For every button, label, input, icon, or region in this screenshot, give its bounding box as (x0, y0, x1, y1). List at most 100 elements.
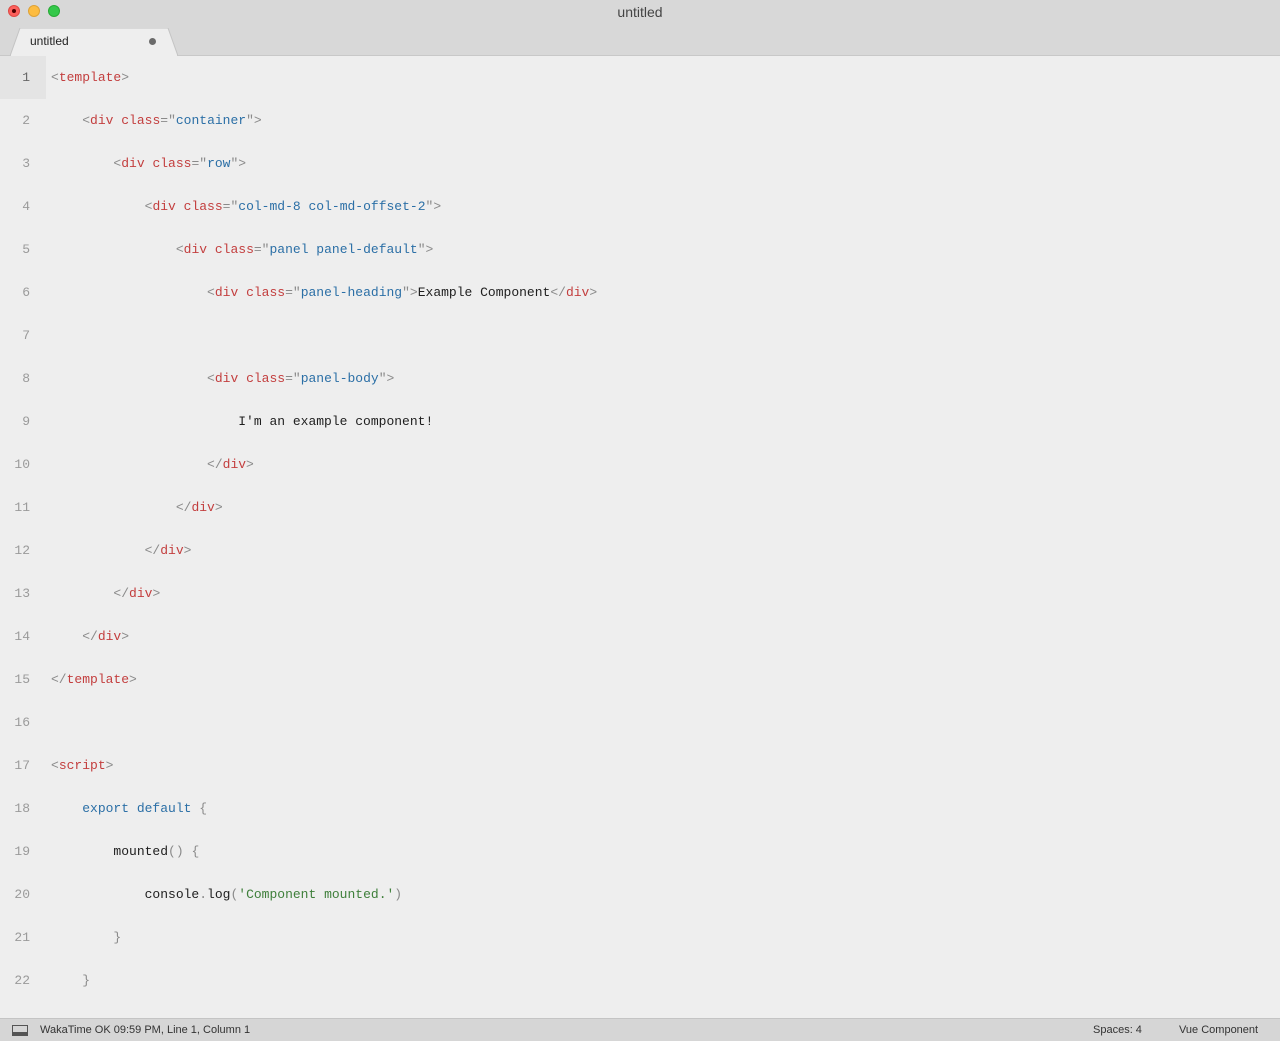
unsaved-dot-icon[interactable] (149, 38, 156, 45)
line-number: 11 (14, 500, 30, 515)
code-line[interactable]: 10 </div> (0, 443, 1280, 486)
code-token: div (222, 457, 247, 472)
code-line[interactable]: 5 <div class="panel panel-default"> (0, 228, 1280, 271)
code-token: < (207, 371, 215, 386)
code-line[interactable]: 1 <template> (0, 56, 1280, 99)
code-token: < (175, 242, 184, 257)
code-token: 'Component mounted.' (238, 887, 395, 902)
code-line[interactable]: 11 </div> (0, 486, 1280, 529)
indentation-setting[interactable]: Spaces: 4 (1093, 1024, 1142, 1037)
code-text: </div> (51, 586, 160, 602)
panel-toggle-icon[interactable] (12, 1025, 28, 1036)
code-token: div (152, 199, 176, 214)
code-token: > (183, 543, 192, 558)
code-token: "> (378, 371, 395, 386)
line-number: 18 (14, 801, 30, 816)
code-token: { (191, 844, 200, 859)
line-number: 19 (14, 844, 30, 859)
code-text: mounted() { (51, 844, 199, 860)
status-bar: WakaTime OK 09:59 PM, Line 1, Column 1 S… (0, 1018, 1280, 1041)
code-token: =" (222, 199, 239, 214)
code-line[interactable]: 21 } (0, 916, 1280, 959)
code-text: console.log('Component mounted.') (51, 887, 402, 903)
code-token: > (246, 457, 254, 472)
code-line[interactable]: 15 </template> (0, 658, 1280, 701)
code-line[interactable]: 12 </div> (0, 529, 1280, 572)
code-line[interactable]: 4 <div class="col-md-8 col-md-offset-2"> (0, 185, 1280, 228)
window-title: untitled (617, 4, 663, 20)
tab-label: untitled (30, 34, 69, 48)
code-token: . (199, 887, 208, 902)
code-token: > (152, 586, 161, 601)
line-number: 5 (22, 242, 30, 257)
code-text: </div> (51, 500, 223, 516)
code-line[interactable]: 17 <script> (0, 744, 1280, 787)
code-token: div (183, 242, 208, 257)
code-token: "> (417, 242, 434, 257)
editor-area[interactable]: 1 <template> 2 <div class="container"> 3 <d… (0, 56, 1280, 1018)
code-line[interactable]: 14 </div> (0, 615, 1280, 658)
code-token: "> (230, 156, 247, 171)
code-token: > (129, 672, 137, 687)
line-number: 1 (22, 70, 30, 85)
code-token: </ (82, 629, 98, 644)
line-number: 21 (14, 930, 30, 945)
code-line[interactable]: 19 mounted() { (0, 830, 1280, 873)
code-token: div (121, 156, 145, 171)
line-number: 2 (22, 113, 30, 128)
code-token: div (191, 500, 215, 515)
code-token: "> (402, 285, 418, 300)
code-token: class (152, 156, 192, 171)
code-token: panel panel-default (269, 242, 418, 257)
code-token: () (168, 844, 184, 859)
code-line[interactable]: 8 <div class="panel-body"> (0, 357, 1280, 400)
line-number: 8 (22, 371, 30, 386)
code-token: panel-heading (300, 285, 403, 300)
code-token: =" (285, 371, 301, 386)
line-number: 4 (22, 199, 30, 214)
code-token: < (51, 70, 59, 85)
code-token: console (144, 887, 200, 902)
code-text: } (51, 973, 90, 989)
code-line[interactable]: 3 <div class="row"> (0, 142, 1280, 185)
code-line[interactable]: 6 <div class="panel-heading">Example Com… (0, 271, 1280, 314)
title-bar: untitled untitled (0, 0, 1280, 56)
code-line[interactable]: 7 (0, 314, 1280, 357)
syntax-selector[interactable]: Vue Component (1179, 1024, 1258, 1037)
code-token: </ (207, 457, 223, 472)
code-token: > (589, 285, 598, 300)
code-token: } (113, 930, 122, 945)
tab-untitled[interactable]: untitled (10, 28, 178, 56)
code-token: container (175, 113, 247, 128)
code-token: </ (113, 586, 130, 601)
line-number: 13 (14, 586, 30, 601)
code-line[interactable]: 20 console.log('Component mounted.') (0, 873, 1280, 916)
line-number: 10 (14, 457, 30, 472)
code-line[interactable]: 2 <div class="container"> (0, 99, 1280, 142)
code-text: <div class="col-md-8 col-md-offset-2"> (51, 199, 442, 215)
code-line[interactable]: 22 } (0, 959, 1280, 1002)
code-token: </ (51, 672, 67, 687)
code-text: } (51, 930, 121, 946)
code-line[interactable]: 13 </div> (0, 572, 1280, 615)
code-token: </ (550, 285, 566, 300)
line-number: 14 (14, 629, 30, 644)
code-line[interactable]: 16 (0, 701, 1280, 744)
code-token: =" (285, 285, 301, 300)
line-number: 7 (22, 328, 30, 343)
code-text: I'm an example component! (51, 414, 433, 430)
code-line[interactable]: 18 export default { (0, 787, 1280, 830)
code-line[interactable]: 9 I'm an example component! (0, 400, 1280, 443)
